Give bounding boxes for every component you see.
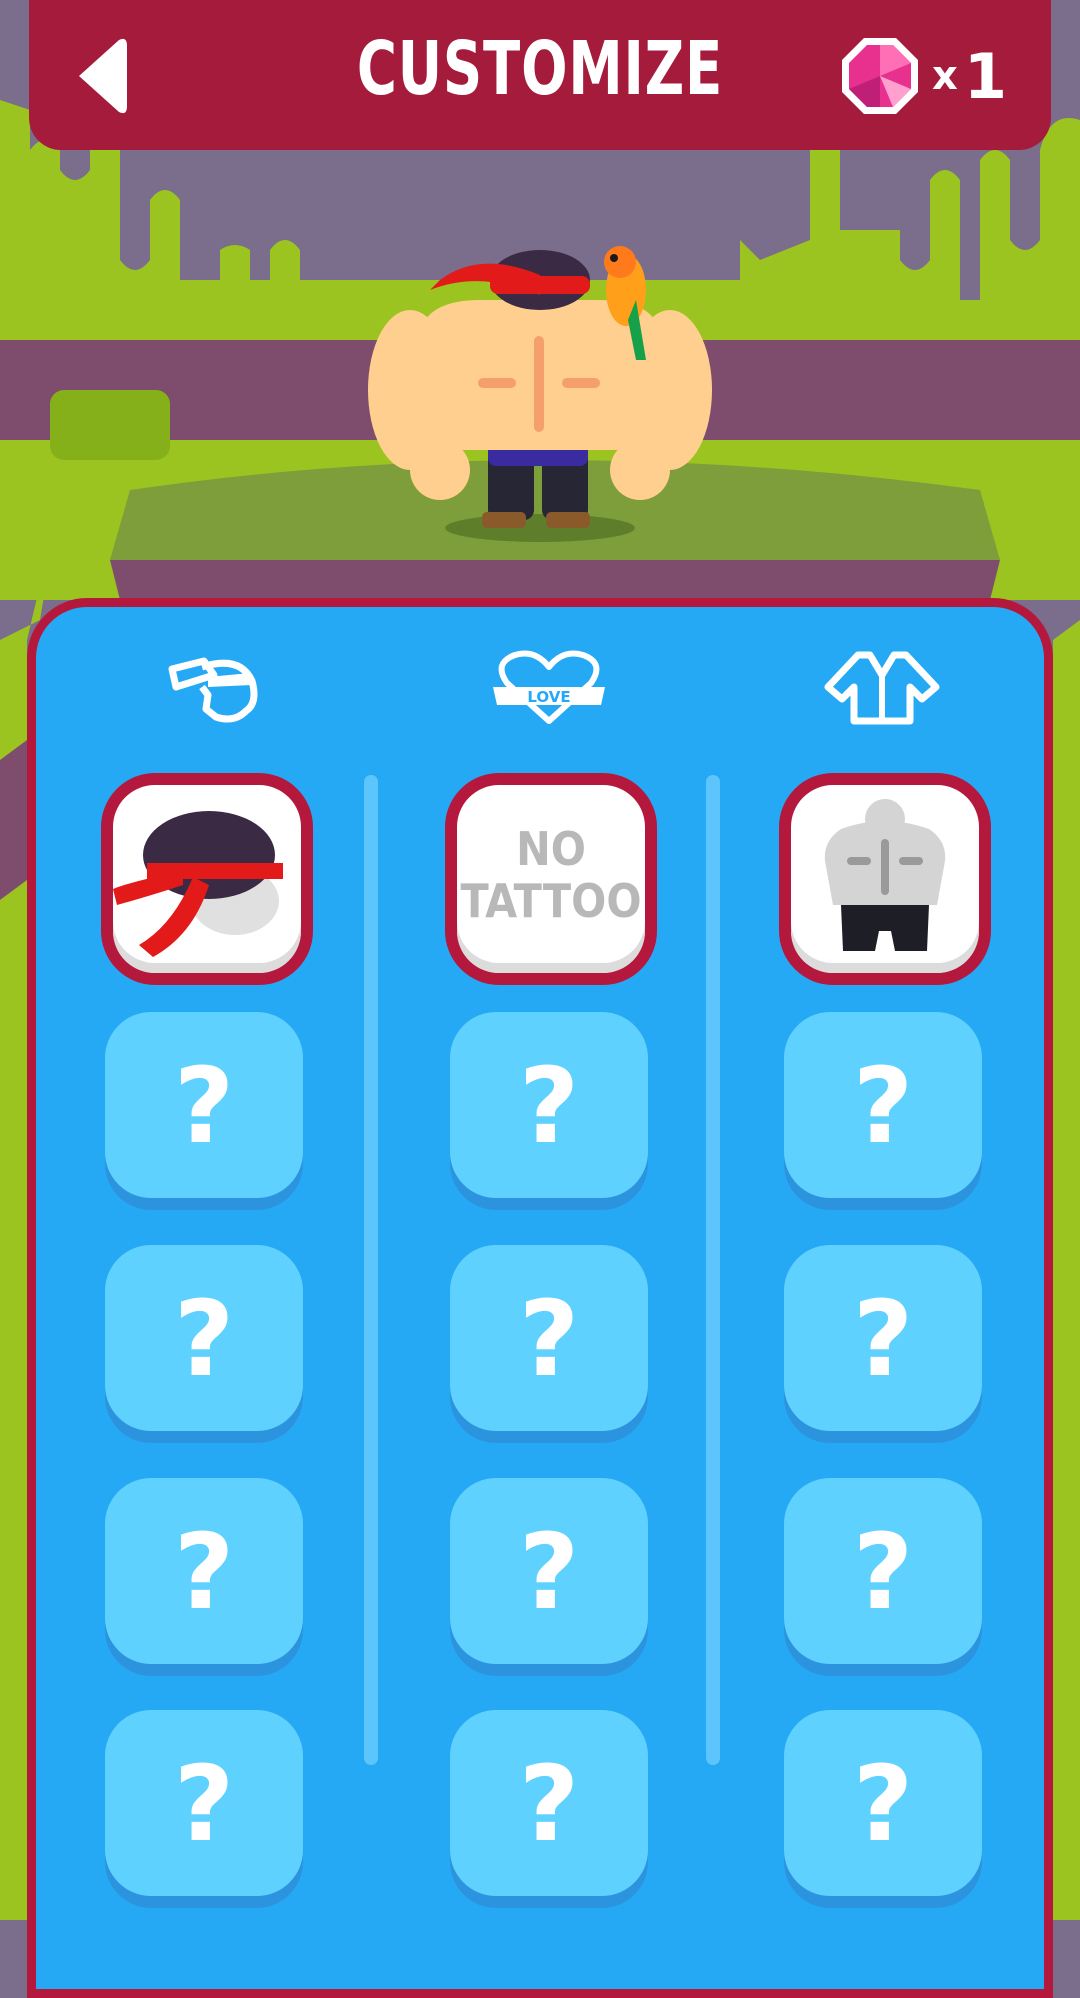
question-mark: ? <box>173 1511 235 1633</box>
question-mark: ? <box>518 1278 580 1400</box>
bandana-head-icon[interactable] <box>154 647 274 727</box>
gem-count: 1 <box>963 39 1007 113</box>
selected-tattoo-slot[interactable]: NO TATTOO <box>445 773 657 985</box>
locked-slot[interactable]: ? <box>105 1012 303 1198</box>
gem-counter: x 1 <box>840 34 1007 118</box>
question-mark: ? <box>173 1743 235 1865</box>
locked-slot[interactable]: ? <box>450 1012 648 1198</box>
shirt-icon[interactable] <box>822 647 942 727</box>
question-mark: ? <box>852 1743 914 1865</box>
question-mark: ? <box>518 1045 580 1167</box>
locked-slot[interactable]: ? <box>105 1245 303 1431</box>
gem-multiplier: x <box>932 53 958 99</box>
locked-slot[interactable]: ? <box>784 1710 982 1896</box>
question-mark: ? <box>852 1045 914 1167</box>
pink-gem-icon <box>842 38 919 114</box>
body-outfit-icon <box>824 799 946 951</box>
locked-slot[interactable]: ? <box>105 1478 303 1664</box>
locked-slot[interactable]: ? <box>450 1245 648 1431</box>
question-mark: ? <box>518 1743 580 1865</box>
column-divider <box>706 775 720 1765</box>
locked-slot[interactable]: ? <box>784 1245 982 1431</box>
tattoo-icon-text: LOVE <box>527 688 570 706</box>
question-mark: ? <box>518 1511 580 1633</box>
customization-panel: LOVE ? ? ? ? NO TATTOO ? ? ? ? ? ? ? ? <box>27 598 1053 1998</box>
page-title: CUSTOMIZE <box>356 26 724 112</box>
locked-slot[interactable]: ? <box>105 1710 303 1896</box>
love-heart-tattoo-icon[interactable]: LOVE <box>489 647 609 727</box>
selected-outfit-slot[interactable] <box>779 773 991 985</box>
column-divider <box>364 775 378 1765</box>
no-tattoo-label: NO TATTOO <box>460 822 642 928</box>
red-headband-hair-icon <box>113 811 283 957</box>
locked-slot[interactable]: ? <box>784 1012 982 1198</box>
top-header-bar: CUSTOMIZE x 1 <box>29 0 1051 150</box>
question-mark: ? <box>173 1045 235 1167</box>
locked-slot[interactable]: ? <box>784 1478 982 1664</box>
question-mark: ? <box>852 1511 914 1633</box>
selected-headwear-slot[interactable] <box>101 773 313 985</box>
question-mark: ? <box>173 1278 235 1400</box>
locked-slot[interactable]: ? <box>450 1478 648 1664</box>
locked-slot[interactable]: ? <box>450 1710 648 1896</box>
question-mark: ? <box>852 1278 914 1400</box>
